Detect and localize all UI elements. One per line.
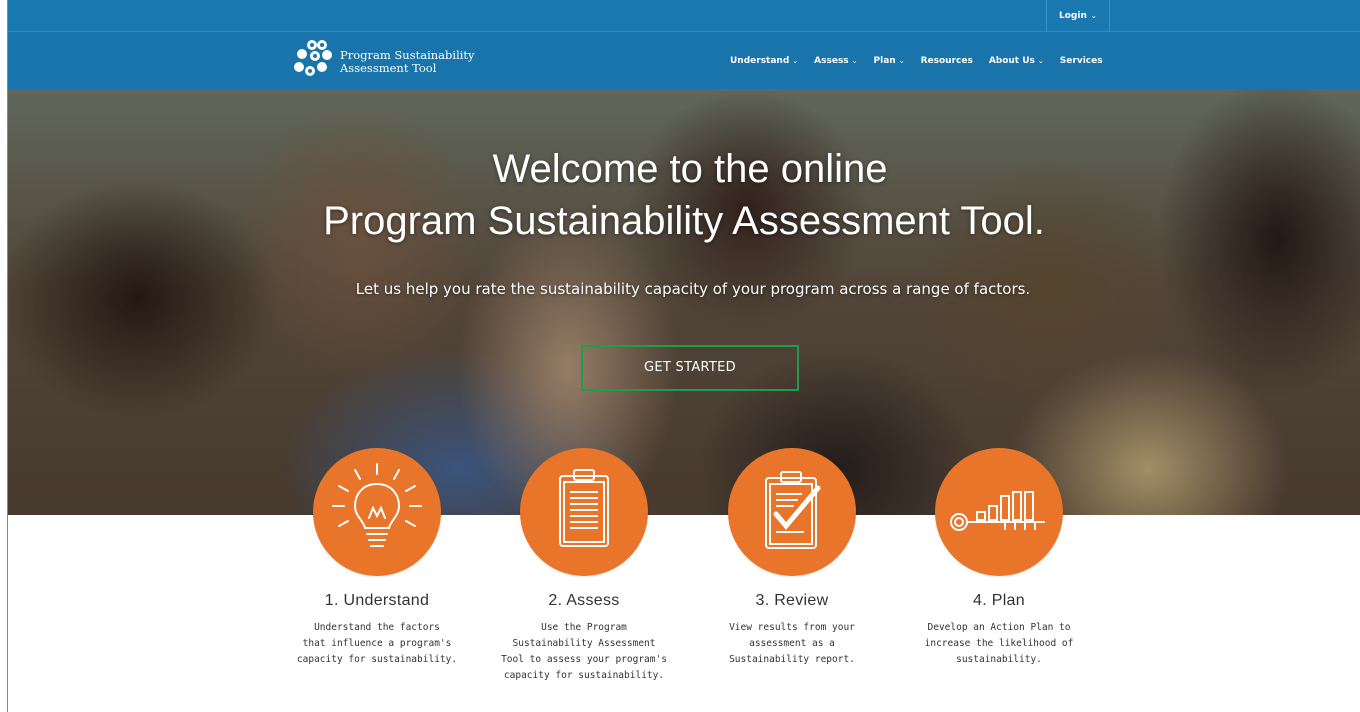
step-desc-line: Sustainability Assessment	[512, 638, 656, 649]
step-description: Use the Program Sustainability Assessmen…	[494, 620, 674, 684]
brand-line-2: Assessment Tool	[340, 61, 437, 75]
step-title: 4. Plan	[973, 592, 1025, 609]
step-desc-line: Use the Program	[541, 622, 627, 633]
login-label: Login	[1059, 11, 1087, 21]
nav-services[interactable]: Services	[1060, 56, 1103, 66]
chevron-down-icon: ⌄	[851, 56, 858, 65]
brand-title: Program Sustainability Assessment Tool	[340, 49, 475, 75]
step-desc-line: capacity for sustainability.	[503, 670, 665, 681]
step-description: Develop an Action Plan to increase the l…	[909, 620, 1089, 668]
step-desc-line: sustainability.	[956, 654, 1042, 665]
clipboard-check-icon	[765, 471, 821, 549]
hero-title-line-1: Welcome to the online	[492, 147, 888, 191]
step-title: 2. Assess	[548, 592, 620, 609]
step-review-badge	[728, 448, 856, 576]
step-assess-badge	[520, 448, 648, 576]
nav-understand-label: Understand	[730, 55, 790, 66]
nav-plan[interactable]: Plan ⌄	[874, 56, 905, 66]
step-title: 3. Review	[755, 592, 829, 609]
step-description: View results from your assessment as a S…	[702, 620, 882, 668]
clipboard-icon	[559, 469, 609, 547]
chevron-down-icon: ⌄	[1037, 56, 1044, 65]
nav-assess[interactable]: Assess ⌄	[814, 56, 857, 66]
steps-section: 1. Understand Understand the factors tha…	[0, 448, 1360, 712]
hero-subtitle: Let us help you rate the sustainability …	[355, 280, 1031, 298]
nav-about-label: About Us	[988, 55, 1035, 66]
nav-assess-label: Assess	[814, 55, 849, 66]
get-started-button[interactable]: GET STARTED	[581, 345, 799, 391]
step-desc-line: Sustainability report.	[729, 654, 855, 665]
step-title: 1. Understand	[324, 592, 430, 609]
chevron-down-icon: ⌄	[898, 56, 905, 65]
step-desc-line: that influence a program's	[302, 638, 452, 649]
login-menu[interactable]: Login ⌄	[1046, 0, 1110, 32]
step-desc-line: increase the likelihood of	[924, 638, 1074, 649]
window-left-edge	[0, 0, 8, 712]
site-brand[interactable]: Program Sustainability Assessment Tool	[284, 37, 504, 85]
chevron-down-icon: ⌄	[792, 56, 799, 65]
top-utility-bar: Login ⌄	[8, 0, 1360, 32]
hero-title-line-2: Program Sustainability Assessment Tool.	[323, 199, 1045, 243]
nav-understand[interactable]: Understand ⌄	[730, 56, 798, 66]
step-description: Understand the factors that influence a …	[287, 620, 467, 668]
step-understand-badge	[313, 448, 441, 576]
step-understand[interactable]: 1. Understand Understand the factors tha…	[287, 448, 467, 668]
nav-plan-label: Plan	[873, 55, 896, 66]
primary-nav: Understand ⌄ Assess ⌄ Plan ⌄ Resources Abou…	[730, 32, 1103, 89]
chevron-down-icon: ⌄	[1090, 12, 1097, 20]
step-desc-line: View results from your	[729, 622, 855, 633]
main-navbar: Program Sustainability Assessment Tool U…	[8, 32, 1360, 89]
step-plan[interactable]: 4. Plan Develop an Action Plan to increa…	[909, 448, 1089, 668]
key-chart-icon	[950, 491, 1045, 531]
nav-about-us[interactable]: About Us ⌄	[989, 56, 1044, 66]
step-desc-line: Develop an Action Plan to	[927, 622, 1071, 633]
step-desc-line: Tool to assess your program's	[501, 654, 667, 665]
step-desc-line: capacity for sustainability.	[296, 654, 458, 665]
nav-resources-label: Resources	[920, 55, 973, 66]
step-desc-line: assessment as a	[749, 638, 835, 649]
step-review[interactable]: 3. Review View results from your assessm…	[702, 448, 882, 668]
nav-resources[interactable]: Resources	[921, 56, 973, 66]
nav-services-label: Services	[1059, 55, 1103, 66]
step-assess[interactable]: 2. Assess Use the Program Sustainability…	[494, 448, 674, 684]
psat-logo-icon	[294, 40, 332, 76]
lightbulb-icon	[332, 463, 422, 547]
step-plan-badge	[935, 448, 1063, 576]
step-desc-line: Understand the factors	[314, 622, 440, 633]
